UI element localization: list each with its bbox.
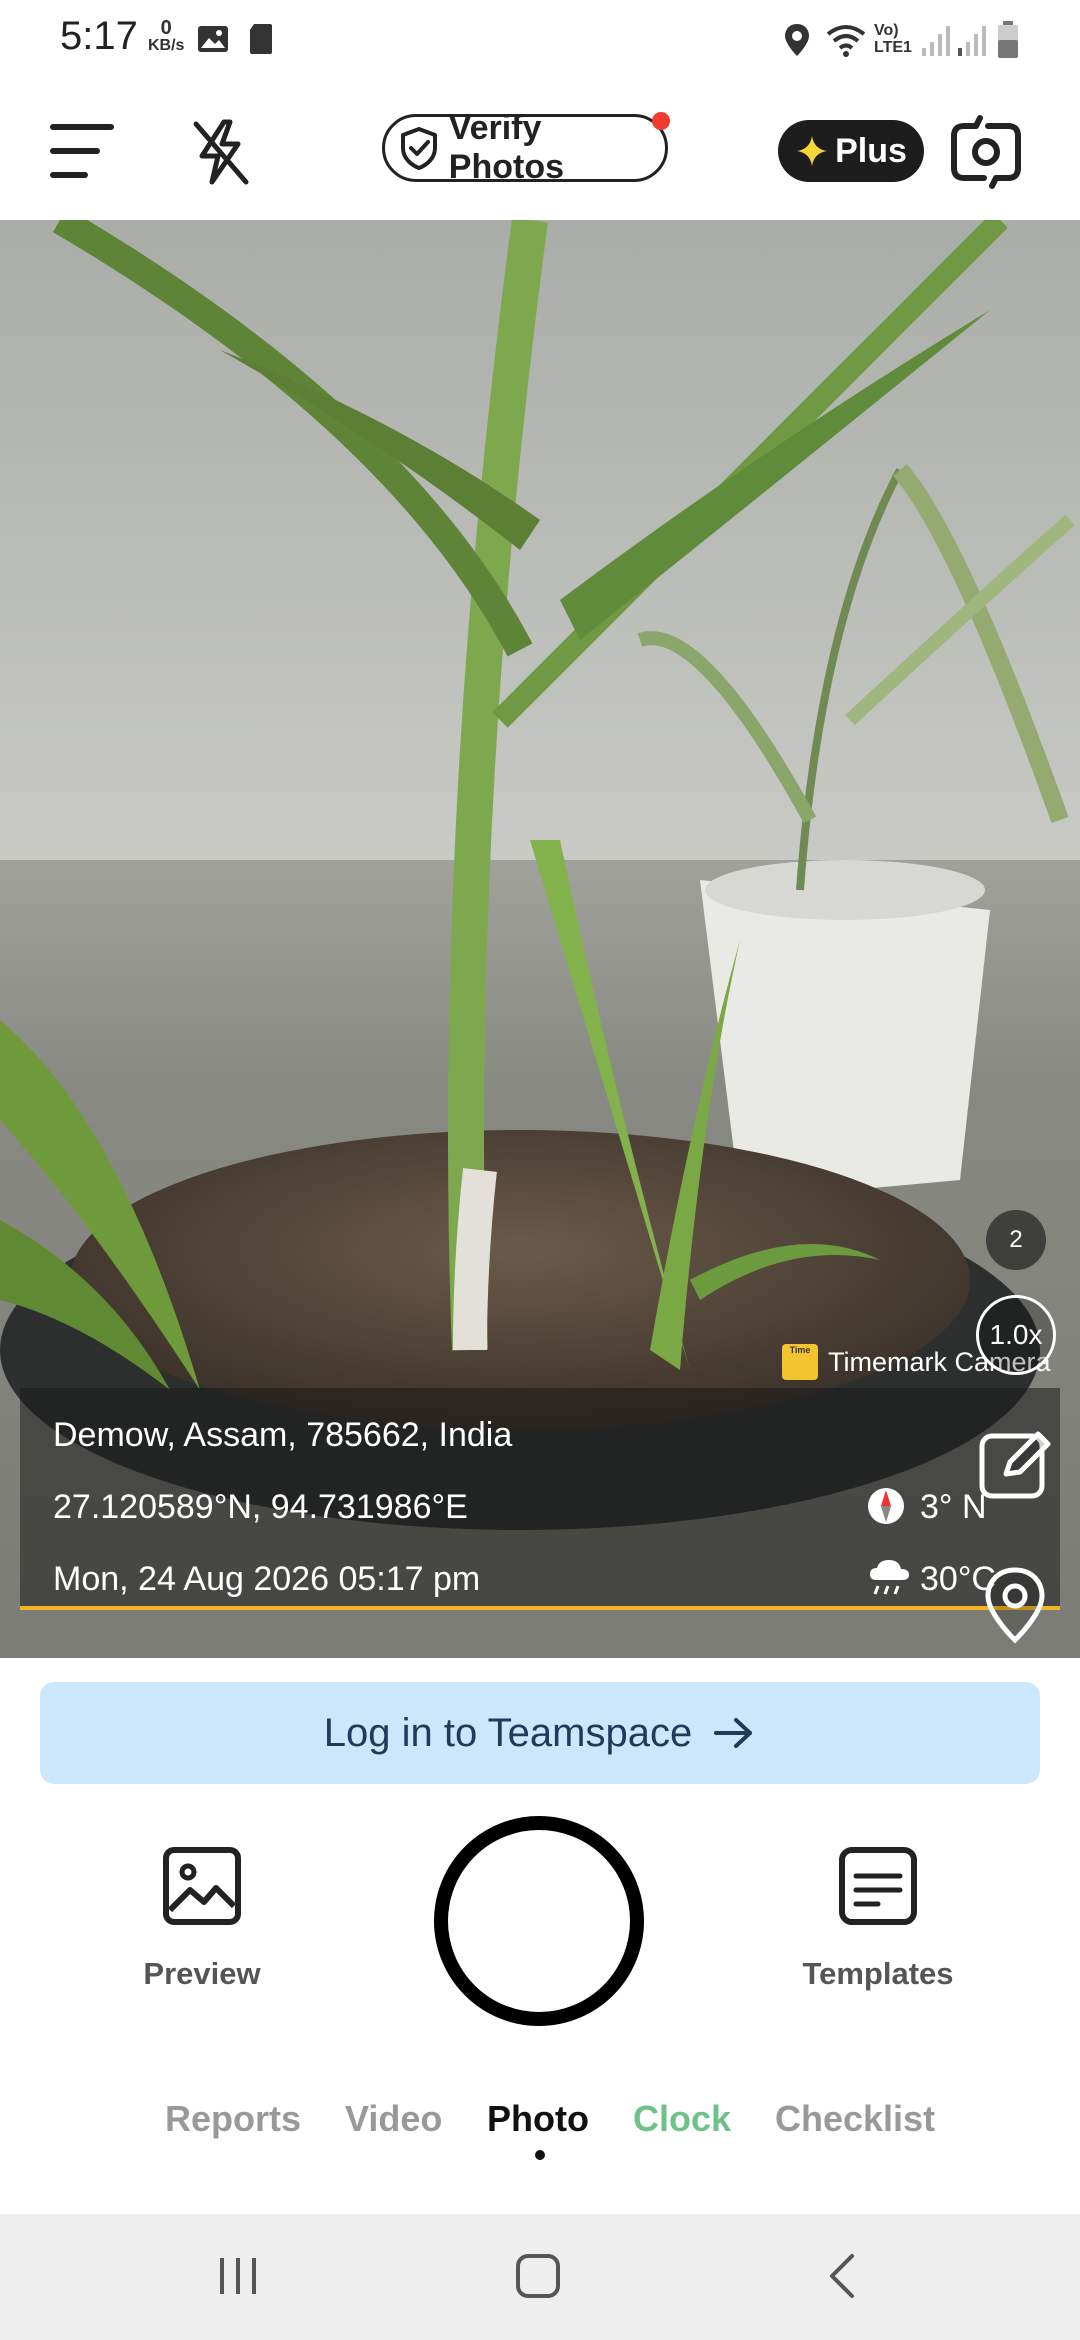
location-overlay: Demow, Assam, 785662, India 27.120589°N,… [20, 1388, 1060, 1610]
home-icon[interactable] [514, 2252, 562, 2300]
wifi-icon [826, 25, 866, 57]
templates-button[interactable]: Templates [768, 1846, 988, 2006]
location-address: Demow, Assam, 785662, India [53, 1416, 513, 1454]
plus-button[interactable]: Plus [778, 120, 924, 182]
plus-label: Plus [835, 131, 907, 170]
photo-count-badge[interactable]: 2 [986, 1210, 1046, 1270]
mode-tab-clock[interactable]: Clock [633, 2098, 731, 2140]
back-icon[interactable] [822, 2252, 862, 2300]
notification-dot [652, 112, 670, 130]
active-mode-indicator [535, 2150, 545, 2160]
system-nav-bar [0, 2214, 1080, 2340]
zoom-level: 1.0x [989, 1319, 1043, 1350]
templates-icon [839, 1847, 917, 1925]
location-datetime: Mon, 24 Aug 2026 05:17 pm [53, 1560, 481, 1598]
verify-photos-button[interactable]: Verify Photos [382, 109, 668, 186]
mode-tab-photo[interactable]: Photo [487, 2098, 589, 2140]
zoom-button[interactable]: 1.0x [976, 1295, 1056, 1375]
network-type-label: Vo) LTE1 [874, 22, 912, 56]
login-teamspace-button[interactable]: Log in to Teamspace [40, 1682, 1040, 1784]
mode-tab-reports[interactable]: Reports [165, 2098, 301, 2140]
network-speed-unit: KB/s [148, 37, 185, 54]
shield-check-icon [401, 127, 437, 170]
verify-photos-label: Verify Photos [448, 109, 565, 186]
location-coordinates: 27.120589°N, 94.731986°E [53, 1488, 468, 1526]
menu-icon[interactable] [48, 120, 118, 182]
network-speed-value: 0 [160, 17, 172, 39]
location-status-icon [785, 24, 809, 56]
weather-rain-icon [870, 1560, 909, 1595]
arrow-right-icon [714, 1718, 753, 1748]
shutter-button[interactable] [434, 1816, 644, 2026]
gallery-icon [198, 26, 228, 52]
flash-off-icon[interactable] [186, 116, 256, 188]
brand-logo: Time [782, 1344, 818, 1380]
compass-icon [868, 1488, 904, 1524]
signal-1-icon [922, 26, 950, 56]
mode-tab-checklist[interactable]: Checklist [775, 2098, 935, 2140]
camera-viewfinder[interactable]: Demow, Assam, 785662, India 27.120589°N,… [0, 220, 1080, 1658]
location-pin-icon[interactable] [982, 1566, 1048, 1646]
login-teamspace-label: Log in to Teamspace [323, 1710, 693, 1755]
gallery-preview-icon [163, 1847, 241, 1925]
brand-logo-text: Time [789, 1345, 811, 1355]
top-toolbar: Verify Photos Plus [0, 84, 1080, 220]
sd-card-icon [250, 24, 272, 54]
lte-label: LTE1 [874, 39, 912, 56]
volte-label: Vo) [874, 22, 899, 39]
status-bar: 5:17 0 KB/s Vo) LTE1 [0, 0, 1080, 84]
preview-button[interactable]: Preview [92, 1846, 312, 2006]
signal-2-icon [958, 26, 986, 56]
sparkle-icon [797, 136, 828, 166]
preview-label: Preview [143, 1956, 261, 1991]
templates-label: Templates [802, 1956, 954, 1991]
switch-camera-icon[interactable] [946, 114, 1026, 190]
battery-icon [998, 21, 1018, 58]
recent-apps-icon[interactable] [216, 2254, 260, 2298]
edit-icon[interactable] [976, 1424, 1056, 1504]
mode-tab-video[interactable]: Video [345, 2098, 442, 2140]
photo-count: 2 [1009, 1226, 1023, 1253]
status-time: 5:17 [60, 14, 138, 58]
network-speed: 0 KB/s [148, 17, 185, 54]
